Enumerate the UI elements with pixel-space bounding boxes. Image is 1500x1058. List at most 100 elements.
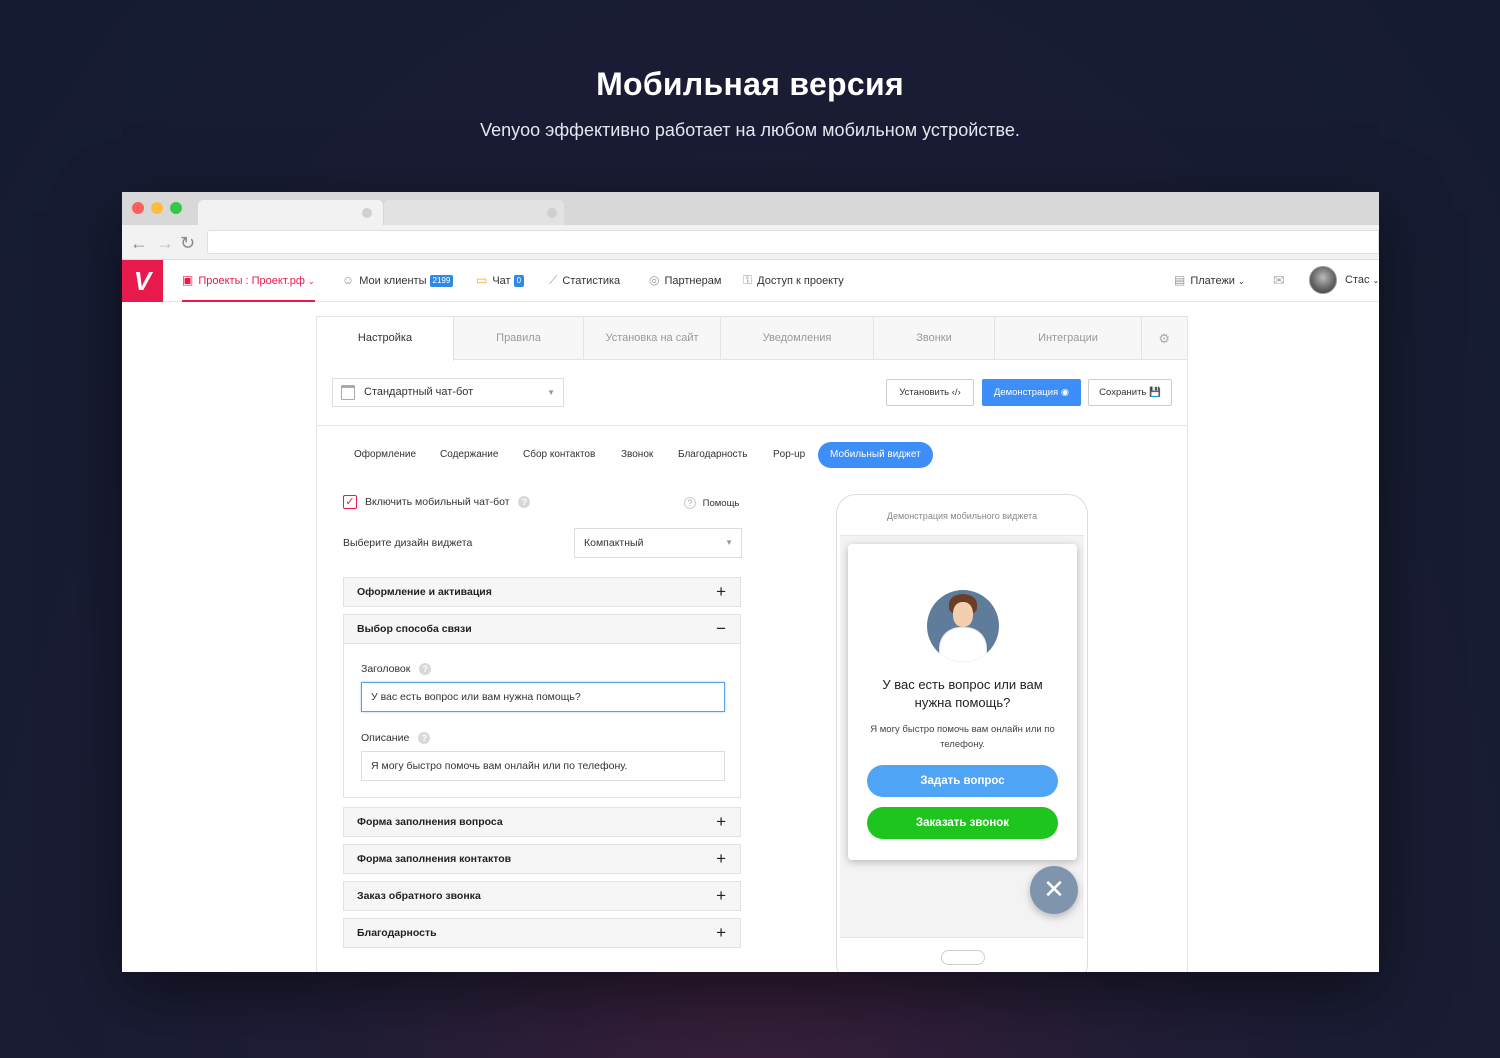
close-window-icon[interactable] xyxy=(132,202,144,214)
nav-stats-label: Статистика xyxy=(562,275,621,287)
avatar[interactable] xyxy=(1309,266,1337,294)
help-circle-icon[interactable]: ? xyxy=(418,732,431,744)
accordion-contacts-form-label: Форма заполнения контактов xyxy=(357,853,512,865)
nav-payments-label: Платежи xyxy=(1190,275,1235,287)
tab-integrations[interactable]: Интеграции xyxy=(995,317,1142,360)
description-input[interactable]: Я могу быстро помочь вам онлайн или по т… xyxy=(361,751,725,781)
tab-install[interactable]: Установка на сайт xyxy=(584,317,721,360)
wallet-icon: ▤ xyxy=(1174,273,1186,287)
mail-icon[interactable]: ✉ xyxy=(1273,260,1285,302)
minus-icon: − xyxy=(716,619,726,638)
plus-icon: + xyxy=(716,849,726,868)
description-label-text: Описание xyxy=(361,732,410,744)
nav-partners[interactable]: ◎ Партнерам xyxy=(649,260,721,302)
nav-clients-label: Мои клиенты xyxy=(359,275,427,287)
save-button[interactable]: Сохранить 💾 xyxy=(1088,379,1172,406)
operator-body xyxy=(940,628,986,662)
subtab-thanks[interactable]: Благодарность xyxy=(678,442,747,468)
nav-chat[interactable]: ▭ Чат 0 xyxy=(476,260,525,302)
subtab-contacts[interactable]: Сбор контактов xyxy=(523,442,595,468)
nav-projects-label: Проекты : Проект.рф xyxy=(198,275,305,287)
tab-settings[interactable]: Настройка xyxy=(317,317,454,361)
partners-icon: ◎ xyxy=(649,273,660,287)
tab-calls[interactable]: Звонки xyxy=(874,317,995,360)
phone-preview-title: Демонстрация мобильного виджета xyxy=(886,511,1038,521)
design-label: Выберите дизайн виджета xyxy=(343,537,473,549)
order-call-button[interactable]: Заказать звонок xyxy=(867,807,1058,839)
tab-favicon-icon xyxy=(362,208,372,218)
phone-home-button xyxy=(941,950,985,965)
nav-access-label: Доступ к проекту xyxy=(757,275,844,287)
main-tabs: Настройка Правила Установка на сайт Увед… xyxy=(317,317,1187,361)
browser-tab-active[interactable] xyxy=(198,200,383,225)
workspace: Настройка Правила Установка на сайт Увед… xyxy=(122,302,1379,972)
accordion-contact-method[interactable]: Выбор способа связи − xyxy=(343,614,741,644)
subtab-popup[interactable]: Pop-up xyxy=(773,442,805,468)
nav-clients[interactable]: ☺ Мои клиенты 2199 xyxy=(342,260,454,302)
reload-icon[interactable]: ↻ xyxy=(180,233,195,254)
tab-notifications[interactable]: Уведомления xyxy=(721,317,874,360)
gear-icon[interactable]: ⚙ xyxy=(1158,331,1170,347)
widget-description: Я могу быстро помочь вам онлайн или по т… xyxy=(870,724,1055,750)
accordion-callback-label: Заказ обратного звонка xyxy=(357,890,481,902)
nav-projects[interactable]: ▣ Проекты : Проект.рф ⌄ xyxy=(182,260,315,302)
back-arrow-icon[interactable]: ← xyxy=(130,233,148,254)
widget-heading: У вас есть вопрос или вам нужна помощь? xyxy=(882,677,1043,710)
briefcase-icon: ▣ xyxy=(182,273,194,287)
maximize-window-icon[interactable] xyxy=(170,202,182,214)
caret-down-icon: ▼ xyxy=(725,538,733,547)
clients-count-badge: 2199 xyxy=(429,275,454,287)
nav-access[interactable]: ⚿ Доступ к проекту xyxy=(743,260,844,302)
operator-photo xyxy=(927,590,999,662)
help-link-label: Помощь xyxy=(702,498,740,509)
user-name: Стас xyxy=(1345,274,1370,286)
subtab-design[interactable]: Оформление xyxy=(354,442,416,468)
hero-title: Мобильная версия xyxy=(596,66,904,102)
accordion-question-form-label: Форма заполнения вопроса xyxy=(357,816,503,828)
caret-down-icon: ▼ xyxy=(547,388,555,397)
bot-select-value: Стандартный чат-бот xyxy=(364,386,474,398)
enable-mobile-label: Включить мобильный чат-бот ? xyxy=(365,496,531,508)
settings-panel: Настройка Правила Установка на сайт Увед… xyxy=(316,316,1188,972)
design-select[interactable]: Компактный ▼ xyxy=(574,528,742,558)
plus-icon: + xyxy=(716,582,726,601)
help-link[interactable]: ? Помощь xyxy=(684,497,739,509)
accordion-callback[interactable]: Заказ обратного звонка + xyxy=(343,881,741,911)
accordion-question-form[interactable]: Форма заполнения вопроса + xyxy=(343,807,741,837)
help-circle-icon[interactable]: ? xyxy=(419,663,432,675)
nav-payments[interactable]: ▤ Платежи ⌄ xyxy=(1174,260,1245,302)
heading-input[interactable]: У вас есть вопрос или вам нужна помощь? xyxy=(361,682,725,712)
venyoo-logo[interactable]: V xyxy=(122,260,163,302)
phone-screen: У вас есть вопрос или вам нужна помощь? … xyxy=(840,535,1084,938)
accordion-appearance[interactable]: Оформление и активация + xyxy=(343,577,741,607)
nav-stats[interactable]: ⟋ Статистика xyxy=(549,260,620,302)
accordion-thanks[interactable]: Благодарность + xyxy=(343,918,741,948)
demo-button[interactable]: Демонстрация ◉ xyxy=(982,379,1081,406)
chat-icon: ▭ xyxy=(476,273,488,287)
enable-mobile-checkbox[interactable]: ✓ xyxy=(343,495,357,509)
tab-favicon-icon xyxy=(547,208,557,218)
heading-field-label: Заголовок ? xyxy=(361,663,432,675)
minimize-window-icon[interactable] xyxy=(151,202,163,214)
user-icon: ☺ xyxy=(342,273,355,287)
close-icon[interactable]: ✕ xyxy=(1030,866,1078,914)
browser-tab[interactable] xyxy=(384,200,564,225)
ask-question-button[interactable]: Задать вопрос xyxy=(867,765,1058,797)
forward-arrow-icon[interactable]: → xyxy=(156,233,174,254)
bot-select[interactable]: Стандартный чат-бот ▼ xyxy=(332,378,564,407)
tab-rules[interactable]: Правила xyxy=(454,317,584,360)
help-circle-icon[interactable]: ? xyxy=(518,496,531,508)
user-menu[interactable]: Стас ⌄ xyxy=(1345,260,1379,302)
subtab-mobile-widget[interactable]: Мобильный виджет xyxy=(818,442,933,468)
chevron-down-icon: ⌄ xyxy=(307,277,315,286)
nav-partners-label: Партнерам xyxy=(664,275,722,287)
accordion-contacts-form[interactable]: Форма заполнения контактов + xyxy=(343,844,741,874)
install-button[interactable]: Установить ‹/› xyxy=(886,379,974,406)
address-bar[interactable] xyxy=(207,230,1379,254)
nav-chat-label: Чат xyxy=(492,275,511,287)
subtab-call[interactable]: Звонок xyxy=(621,442,653,468)
plus-icon: + xyxy=(716,923,726,942)
subtab-content[interactable]: Содержание xyxy=(440,442,498,468)
chat-count-badge: 0 xyxy=(513,275,525,287)
key-icon: ⚿ xyxy=(743,273,753,287)
